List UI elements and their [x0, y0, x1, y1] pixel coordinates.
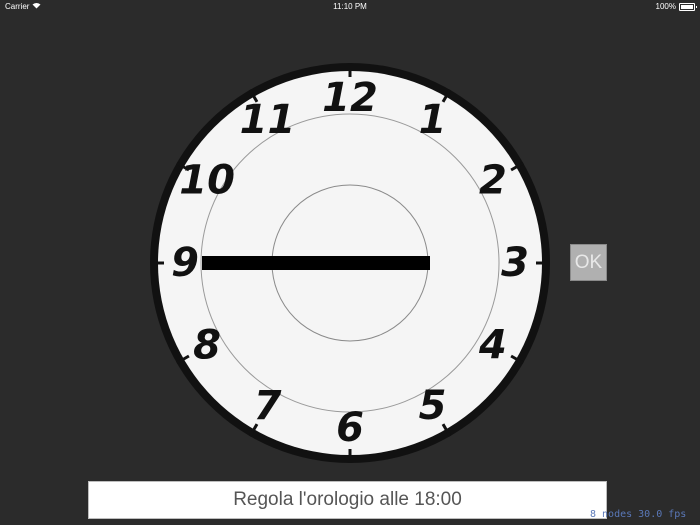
instruction-box: Regola l'orologio alle 18:00	[88, 481, 607, 519]
numeral-4: 4	[478, 323, 507, 369]
numeral-11: 11	[240, 97, 296, 143]
numeral-2: 2	[479, 158, 507, 204]
ok-button[interactable]: OK	[570, 244, 607, 281]
debug-overlay: 8 nodes 30.0 fps	[590, 509, 687, 520]
numeral-9: 9	[171, 240, 199, 286]
numeral-5: 5	[419, 383, 447, 429]
instruction-text: Regola l'orologio alle 18:00	[233, 489, 462, 510]
numeral-1: 1	[419, 97, 447, 143]
numeral-3: 3	[501, 240, 529, 286]
clock-hands[interactable]	[202, 256, 430, 270]
numeral-6: 6	[336, 405, 364, 451]
center-pin	[343, 256, 357, 270]
numeral-7: 7	[254, 383, 282, 429]
numeral-8: 8	[193, 323, 221, 369]
numeral-10: 10	[179, 158, 235, 204]
numeral-12: 12	[322, 75, 378, 121]
